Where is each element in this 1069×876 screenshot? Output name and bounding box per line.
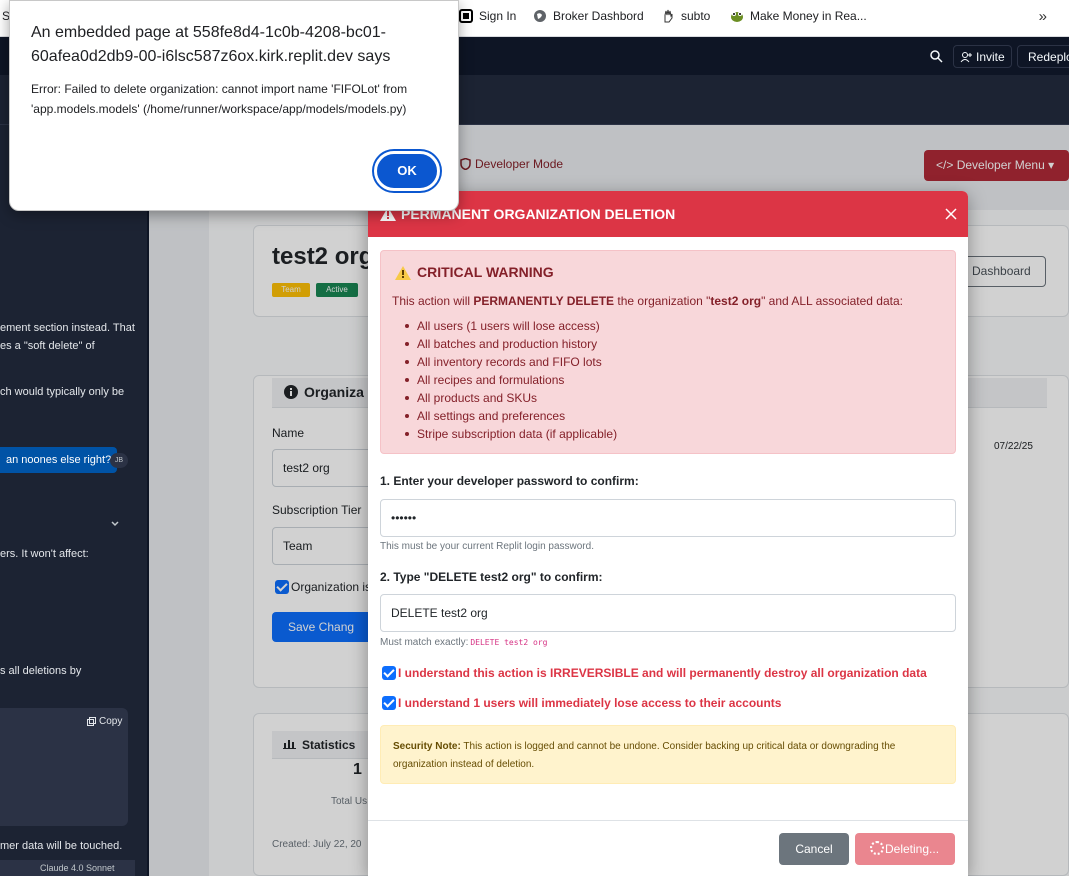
confirm-help: Must match exactly: DELETE test2 org <box>380 637 548 648</box>
spinner-icon <box>870 841 884 855</box>
list-item: All settings and preferences <box>404 407 617 425</box>
users-lose-access-checkbox-row[interactable]: I understand 1 users will immediately lo… <box>382 696 781 710</box>
chat-text-line: ers. It won't affect: <box>0 548 89 560</box>
add-user-icon <box>960 51 972 62</box>
bookmark-broker-dashbord[interactable]: Broker Dashbord <box>533 9 644 23</box>
chat-text-line: ch would typically only be <box>0 386 125 398</box>
list-item: All inventory records and FIFO lots <box>404 353 617 371</box>
sign-in-icon <box>459 9 473 23</box>
password-input[interactable]: •••••• <box>380 499 956 537</box>
list-item: Stripe subscription data (if applicable) <box>404 427 618 441</box>
list-item: All products and SKUs <box>404 389 617 407</box>
confirm-text-label: 2. Type "DELETE test2 org" to confirm: <box>380 570 603 584</box>
confirm-text-input[interactable]: DELETE test2 org <box>380 594 956 632</box>
password-help: This must be your current Replit login p… <box>380 541 594 552</box>
ok-button[interactable]: OK <box>374 151 440 191</box>
chat-text-line: es a "soft delete" of <box>0 340 95 352</box>
warning-description: This action will PERMANENTLY DELETE the … <box>392 294 903 308</box>
model-selector[interactable]: Claude 4.0 Sonnet <box>0 860 135 876</box>
list-item: All recipes and formulations <box>404 371 617 389</box>
close-icon[interactable] <box>944 207 958 221</box>
warning-list: All users (1 users will lose access) All… <box>404 317 618 443</box>
critical-warning-box: CRITICAL WARNING This action will PERMAN… <box>380 250 956 454</box>
user-message-bubble: an noones else right? <box>0 447 118 473</box>
warning-title: CRITICAL WARNING <box>417 264 554 280</box>
invite-button[interactable]: Invite <box>953 45 1012 68</box>
chat-text-line: mer data will be touched. <box>0 840 123 852</box>
bookmark-sign-in[interactable]: Sign In <box>459 9 516 23</box>
bookmark-make-money[interactable]: Make Money in Rea... <box>730 9 867 23</box>
bookmark-subto[interactable]: subto <box>661 9 710 23</box>
browser-alert-dialog: An embedded page at 558fe8d4-1c0b-4208-b… <box>9 0 459 211</box>
warning-icon <box>395 266 411 280</box>
redeploy-button[interactable]: Redeploy <box>1017 45 1069 68</box>
frog-icon <box>731 12 743 22</box>
alert-title: An embedded page at 558fe8d4-1c0b-4208-b… <box>31 24 391 65</box>
chevron-down-icon[interactable] <box>110 519 120 529</box>
password-label: 1. Enter your developer password to conf… <box>380 474 639 488</box>
delete-organization-modal: PERMANENT ORGANIZATION DELETION CRITICAL… <box>368 191 968 876</box>
avatar: JB <box>110 453 128 468</box>
irreversible-checkbox-row[interactable]: I understand this action is IRREVERSIBLE… <box>382 666 927 680</box>
bookmarks-overflow-button[interactable]: » <box>1039 8 1047 25</box>
modal-footer-divider <box>368 820 968 821</box>
copy-button[interactable]: Copy <box>87 716 122 727</box>
users-lose-access-checkbox[interactable] <box>382 696 396 710</box>
globe-icon <box>534 10 546 22</box>
list-item: All users (1 users will lose access) <box>404 317 617 335</box>
confirm-code: DELETE test2 org <box>470 638 548 647</box>
chat-text-line: ement section instead. That <box>0 322 135 334</box>
hand-icon <box>664 9 673 23</box>
copy-icon <box>87 717 96 726</box>
list-item: All batches and production history <box>404 335 617 353</box>
cancel-button[interactable]: Cancel <box>779 833 849 865</box>
search-icon[interactable] <box>929 49 943 63</box>
chat-text-line: s all deletions by <box>0 665 82 677</box>
alert-message: Error: Failed to delete organization: ca… <box>31 82 408 116</box>
security-note: Security Note: This action is logged and… <box>380 725 956 784</box>
irreversible-checkbox[interactable] <box>382 666 396 680</box>
